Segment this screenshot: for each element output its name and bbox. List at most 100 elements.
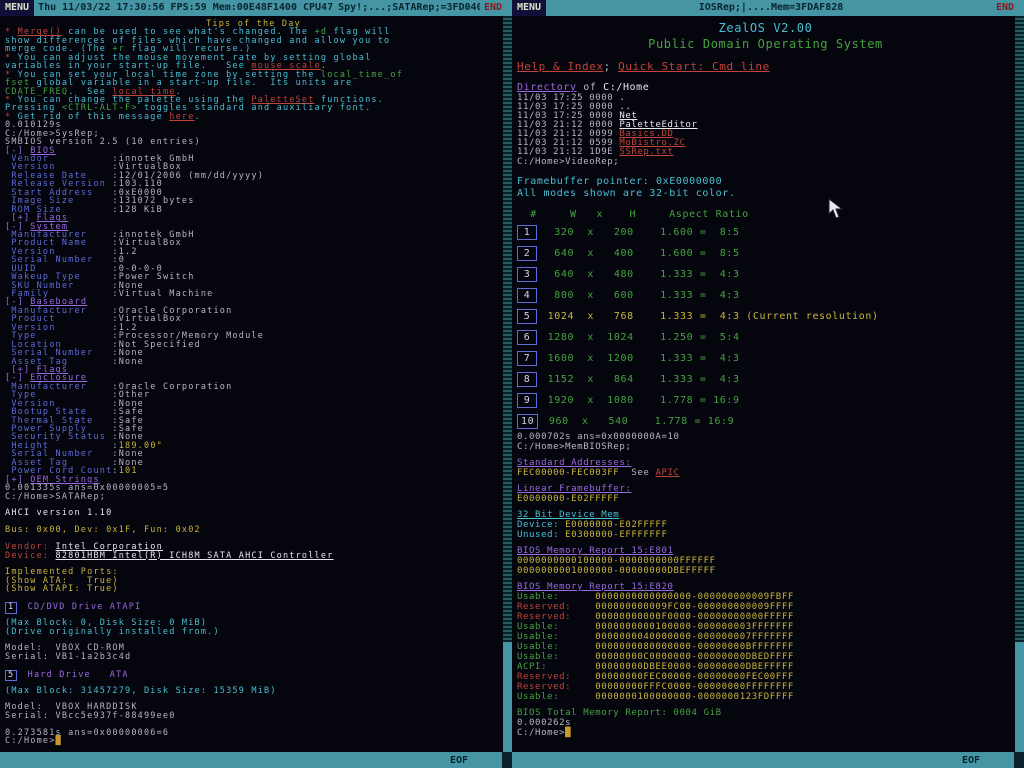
terminal-text: E0000000-E02FFFFF <box>517 494 619 504</box>
terminal-link[interactable]: BIOS Memory Report 15:E801 <box>517 546 673 556</box>
terminal-line: BIOS Memory Report 15:E820 <box>517 582 1014 592</box>
terminal-line: 2 640 x 400 1.600 = 8:5 <box>517 243 1014 264</box>
index-badge: 9 <box>517 393 537 408</box>
terminal-text: Device: <box>5 551 56 561</box>
left-horizontal-scrollbar[interactable]: EOF <box>0 752 512 768</box>
terminal-link[interactable]: BIOS Memory Report 15:E820 <box>517 582 673 592</box>
terminal-text: . <box>195 112 201 122</box>
terminal-text: Usable: <box>517 592 595 602</box>
terminal-link[interactable]: 82801HBM Intel(R) ICH8M SATA AHCI Contro… <box>56 551 334 561</box>
terminal-text: C:/Home <box>603 82 649 93</box>
terminal-text: ; <box>604 60 618 73</box>
terminal-text: Public Domain Operating System <box>648 37 883 51</box>
terminal-text: Framebuffer pointer: 0xE0000000 <box>517 176 722 187</box>
left-vertical-scrollbar[interactable] <box>503 16 512 752</box>
screen: MENU Thu 11/03/22 17:30:56 FPS:59 Mem:00… <box>0 0 1024 768</box>
terminal-text: C:/Home>MemBIOSRep; <box>517 442 631 452</box>
terminal-link[interactable]: Linear Framebuffer: <box>517 484 631 494</box>
terminal-line: 11/03 21:12 1D9E SSRep.txt <box>517 148 1014 157</box>
index-badge: 4 <box>517 288 537 303</box>
terminal-line: E0000000-E02FFFFF <box>517 494 1014 504</box>
terminal-line <box>5 661 502 669</box>
terminal-text: 0000000000100000-0000000000FFFFFF <box>517 556 716 566</box>
index-badge: 5 <box>517 309 537 324</box>
terminal-line: 0000000000100000-0000000000FFFFFF <box>517 556 1014 566</box>
menu-button[interactable]: MENU <box>0 0 34 16</box>
terminal-line <box>5 594 502 602</box>
terminal-link[interactable]: Help & Index <box>517 60 604 73</box>
terminal-line: Usable: 0000000100000000-0000000123FDFFF… <box>517 692 1014 702</box>
terminal-line: # W x H Aspect Ratio <box>517 208 1014 222</box>
terminal-line: 0000000001000000-00000000DBEFFFFF <box>517 566 1014 576</box>
terminal-link[interactable]: SSRep.txt <box>619 147 673 157</box>
terminal-line: Serial: VB1-1a2b3c4d <box>5 653 502 661</box>
terminal-text: 00000000FEC00000-00000000FEC00FFF <box>595 672 794 682</box>
terminal-line: C:/Home>SATARep; <box>5 493 502 501</box>
terminal-text: Reserved: <box>517 672 595 682</box>
terminal-text: :None <box>112 357 144 367</box>
terminal-line: Bus: 0x00, Dev: 0x1F, Fun: 0x02 <box>5 526 502 534</box>
terminal-line <box>517 200 1014 208</box>
terminal-line: C:/Home>VideoRep; <box>517 157 1014 168</box>
right-vertical-scrollbar[interactable] <box>1015 16 1024 752</box>
text-cursor[interactable]: █ <box>565 728 571 738</box>
terminal-text: Serial: VBcc5e937f-88499ee0 <box>5 711 176 721</box>
terminal-text: 1920 x 1080 1.778 = 16:9 <box>541 395 740 406</box>
terminal-link[interactable]: APIC <box>655 468 679 478</box>
terminal-text: 00000000FFFC0000-00000000FFFFFFFF <box>595 682 794 692</box>
terminal-text: Usable: <box>517 652 595 662</box>
terminal-text: 0.000702s ans=0x0000000A=10 <box>517 432 680 442</box>
terminal-line: (Max Block: 31457279, Disk Size: 15359 M… <box>5 687 502 695</box>
terminal-line: 7 1600 x 1200 1.333 = 4:3 <box>517 348 1014 369</box>
menu-button[interactable]: MENU <box>512 0 546 16</box>
terminal-line: Unused: E0300000-EFFFFFFF <box>517 530 1014 540</box>
terminal-line: 5 Hard Drive ATA <box>5 670 502 678</box>
terminal-text: 640 x 480 1.333 = 4:3 <box>541 269 740 280</box>
index-badge: 10 <box>517 414 538 429</box>
scrollbar-corner <box>502 752 512 768</box>
terminal-text: E0300000-EFFFFFFF <box>565 530 667 540</box>
terminal-line: 3 640 x 480 1.333 = 4:3 <box>517 264 1014 285</box>
terminal-line: C:/Home>█ <box>5 737 502 745</box>
terminal-line: Usable: 0000000080000000-00000000BFFFFFF… <box>517 642 1014 652</box>
terminal-text: Usable: <box>517 692 595 702</box>
terminal-line: 1 CD/DVD Drive ATAPI <box>5 602 502 610</box>
terminal-line: Usable: 0000000000100000-000000003FFFFFF… <box>517 622 1014 632</box>
terminal-line: Reserved: 00000000FEC00000-00000000FEC00… <box>517 672 1014 682</box>
scroll-end-marker[interactable]: END <box>484 0 502 16</box>
terminal-text: :Virtual Machine <box>112 289 213 299</box>
right-titlebar: MENU IOSRep;|....Mem=3FDAF828 END <box>512 0 1024 16</box>
scroll-end-marker[interactable]: END <box>996 0 1014 16</box>
terminal-line: 10 960 x 540 1.778 = 16:9 <box>517 411 1014 432</box>
terminal-text: Serial: VB1-1a2b3c4d <box>5 652 131 662</box>
eof-marker: EOF <box>962 755 980 766</box>
terminal-link[interactable]: Standard Addresses: <box>517 458 631 468</box>
terminal-link[interactable]: Directory <box>517 82 577 93</box>
right-horizontal-scrollbar[interactable]: EOF <box>512 752 1024 768</box>
terminal-line: Public Domain Operating System <box>517 36 1014 52</box>
terminal-text: C:/Home>SATARep; <box>5 492 106 502</box>
terminal-line: Framebuffer pointer: 0xE0000000 <box>517 176 1014 188</box>
terminal-line: Usable: 0000000000000000-000000000009FBF… <box>517 592 1014 602</box>
terminal-line: BIOS Memory Report 15:E801 <box>517 546 1014 556</box>
text-cursor[interactable]: █ <box>56 736 62 746</box>
terminal-text: AHCI version 1.10 <box>5 508 112 518</box>
left-vscroll-thumb[interactable] <box>503 642 512 752</box>
terminal-link[interactable]: Quick Start: Cmd line <box>618 60 770 73</box>
left-terminal-output: Tips of the Day* Merge() can be used to … <box>5 16 502 752</box>
system-status-text: Thu 11/03/22 17:30:56 FPS:59 Mem:00E48F1… <box>38 0 338 16</box>
index-badge: 2 <box>517 246 537 261</box>
terminal-line: 9 1920 x 1080 1.778 = 16:9 <box>517 390 1014 411</box>
eof-marker: EOF <box>450 755 468 766</box>
right-vscroll-thumb[interactable] <box>1015 642 1024 752</box>
terminal-line: * Get rid of this message here. <box>5 113 502 121</box>
terminal-text: 1600 x 1200 1.333 = 4:3 <box>541 353 740 364</box>
terminal-text: # W x H Aspect Ratio <box>517 209 749 220</box>
left-titlebar: MENU Thu 11/03/22 17:30:56 FPS:59 Mem:00… <box>0 0 512 16</box>
terminal-text: 1280 x 1024 1.250 = 5:4 <box>541 332 740 343</box>
terminal-line: AHCI version 1.10 <box>5 509 502 517</box>
terminal-link[interactable]: here <box>169 112 194 122</box>
terminal-link[interactable]: 32 Bit Device Mem <box>517 510 619 520</box>
terminal-line: Usable: 00000000C0000000-00000000DBEDFFF… <box>517 652 1014 662</box>
terminal-line: (Drive originally installed from.) <box>5 628 502 636</box>
